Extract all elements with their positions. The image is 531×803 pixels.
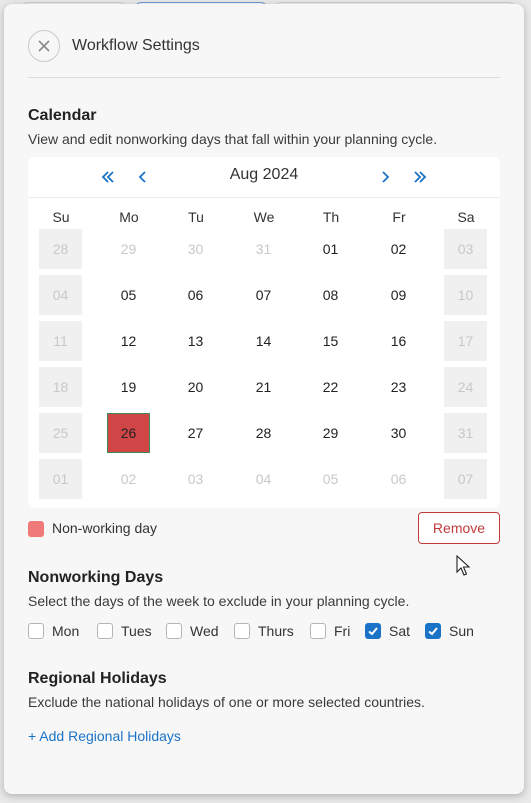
checkbox-label: Thurs [258, 623, 294, 639]
calendar-day[interactable]: 14 [242, 321, 285, 361]
calendar-day[interactable]: 01 [309, 229, 352, 269]
checkbox-label: Sun [449, 623, 474, 639]
checkbox-box[interactable] [425, 623, 441, 639]
calendar-day[interactable]: 05 [107, 275, 150, 315]
double-chevron-right-icon [414, 171, 427, 183]
calendar-day[interactable]: 06 [174, 275, 217, 315]
calendar-day[interactable]: 02 [107, 459, 150, 499]
calendar-day[interactable]: 29 [309, 413, 352, 453]
calendar-day[interactable]: 31 [444, 413, 487, 453]
weekday-header: Tu [188, 209, 204, 225]
calendar-day[interactable]: 29 [107, 229, 150, 269]
calendar-day[interactable]: 31 [242, 229, 285, 269]
calendar-day[interactable]: 07 [242, 275, 285, 315]
calendar-day[interactable]: 28 [39, 229, 82, 269]
calendar-day[interactable]: 06 [377, 459, 420, 499]
checkbox-sat[interactable]: Sat [365, 622, 410, 640]
mouse-cursor-icon [456, 555, 470, 576]
checkbox-box[interactable] [97, 623, 113, 639]
weekday-header: We [253, 209, 275, 225]
calendar-day[interactable]: 01 [39, 459, 82, 499]
weekday-header: Su [52, 209, 70, 225]
checkbox-box[interactable] [365, 623, 381, 639]
legend-swatch [28, 521, 44, 537]
checkbox-label: Tues [121, 623, 152, 639]
checkbox-label: Sat [389, 623, 411, 639]
checkbox-fri[interactable]: Fri [310, 622, 350, 640]
checkbox-box[interactable] [234, 623, 250, 639]
calendar-day[interactable]: 25 [39, 413, 82, 453]
remove-button[interactable]: Remove [418, 512, 500, 544]
calendar-day[interactable]: 23 [377, 367, 420, 407]
panel-title: Workflow Settings [72, 37, 200, 54]
calendar-day[interactable]: 13 [174, 321, 217, 361]
last-month-button[interactable] [408, 165, 432, 189]
checkbox-box[interactable] [310, 623, 326, 639]
calendar-day-selected[interactable]: 26 [107, 413, 150, 453]
add-regional-holidays-link[interactable]: + Add Regional Holidays [28, 728, 181, 744]
calendar-day[interactable]: 03 [174, 459, 217, 499]
next-month-button[interactable] [373, 165, 397, 189]
calendar-day[interactable]: 04 [39, 275, 82, 315]
calendar-day[interactable]: 02 [377, 229, 420, 269]
checkmark-icon [368, 627, 378, 636]
weekday-header: Th [322, 209, 340, 225]
calendar-day[interactable]: 08 [309, 275, 352, 315]
calendar-description: View and edit nonworking days that fall … [28, 131, 438, 147]
calendar-day[interactable]: 20 [174, 367, 217, 407]
calendar-header: Aug 2024 [28, 157, 500, 198]
calendar-day[interactable]: 10 [444, 275, 487, 315]
calendar-day[interactable]: 05 [309, 459, 352, 499]
calendar-day[interactable]: 09 [377, 275, 420, 315]
checkbox-box[interactable] [28, 623, 44, 639]
calendar-day[interactable]: 19 [107, 367, 150, 407]
weekday-header: Mo [119, 209, 139, 225]
checkbox-box[interactable] [166, 623, 182, 639]
calendar: Aug 2024 Su Mo Tu We Th Fr Sa 28 29 30 31 01 02 03 04… [28, 157, 500, 508]
checkbox-thurs[interactable]: Thurs [234, 622, 294, 640]
calendar-day[interactable]: 18 [39, 367, 82, 407]
workflow-settings-panel: Workflow Settings Calendar View and edit… [4, 4, 524, 794]
nonworking-days-title: Nonworking Days [28, 569, 164, 586]
weekday-header: Fr [392, 209, 406, 225]
checkbox-tues[interactable]: Tues [97, 622, 152, 640]
weekday-header: Sa [457, 209, 475, 225]
calendar-day[interactable]: 17 [444, 321, 487, 361]
regional-holidays-description: Exclude the national holidays of one or … [28, 694, 425, 710]
checkbox-label: Mon [52, 623, 80, 639]
checkbox-mon[interactable]: Mon [28, 622, 79, 640]
calendar-day[interactable]: 07 [444, 459, 487, 499]
calendar-day[interactable]: 21 [242, 367, 285, 407]
calendar-day[interactable]: 15 [309, 321, 352, 361]
checkbox-label: Wed [190, 623, 219, 639]
calendar-day[interactable]: 04 [242, 459, 285, 499]
calendar-day[interactable]: 28 [242, 413, 285, 453]
checkbox-label: Fri [334, 623, 351, 639]
calendar-day[interactable]: 22 [309, 367, 352, 407]
regional-holidays-title: Regional Holidays [28, 670, 167, 687]
calendar-day[interactable]: 12 [107, 321, 150, 361]
checkbox-sun[interactable]: Sun [425, 622, 474, 640]
calendar-day[interactable]: 30 [174, 229, 217, 269]
checkbox-wed[interactable]: Wed [166, 622, 219, 640]
panel-header: Workflow Settings [28, 30, 500, 78]
calendar-title: Calendar [28, 107, 97, 124]
calendar-day[interactable]: 30 [377, 413, 420, 453]
calendar-day[interactable]: 03 [444, 229, 487, 269]
calendar-day[interactable]: 27 [174, 413, 217, 453]
chevron-right-icon [382, 171, 390, 183]
close-button[interactable] [28, 30, 60, 62]
legend-label: Non-working day [52, 520, 158, 536]
checkmark-icon [428, 627, 438, 636]
calendar-day[interactable]: 11 [39, 321, 82, 361]
nonworking-days-description: Select the days of the week to exclude i… [28, 593, 410, 609]
calendar-day[interactable]: 16 [377, 321, 420, 361]
close-icon [38, 40, 50, 52]
calendar-day[interactable]: 24 [444, 367, 487, 407]
